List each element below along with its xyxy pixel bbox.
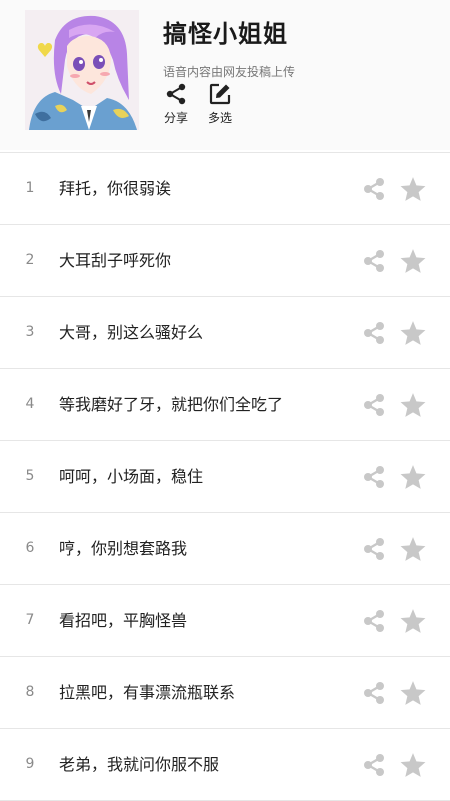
share-icon[interactable] xyxy=(363,681,385,705)
item-title: 看招吧，平胸怪兽 xyxy=(59,611,188,630)
share-icon[interactable] xyxy=(363,249,385,273)
voice-list: 1 拜托，你很弱诶 2 大耳刮子呼死你 3 大哥，别这么骚好么 4 等我磨好了牙，就把你们全吃… xyxy=(0,152,450,801)
star-icon[interactable] xyxy=(399,464,427,490)
share-icon[interactable] xyxy=(363,753,385,777)
share-icon xyxy=(166,83,186,105)
item-number: 7 xyxy=(25,612,35,628)
list-item[interactable]: 1 拜托，你很弱诶 xyxy=(0,153,450,225)
item-number: 8 xyxy=(25,684,35,700)
item-title: 哼，你别想套路我 xyxy=(59,539,188,558)
item-number: 5 xyxy=(25,468,35,484)
item-title: 老弟，我就问你服不服 xyxy=(59,755,220,774)
share-all-button[interactable]: 分享 xyxy=(156,82,196,126)
item-title: 拜托，你很弱诶 xyxy=(59,179,172,198)
multi-select-button[interactable]: 多选 xyxy=(200,82,240,126)
share-icon[interactable] xyxy=(363,537,385,561)
list-item[interactable]: 9 老弟，我就问你服不服 xyxy=(0,729,450,801)
edit-icon xyxy=(209,83,231,105)
list-item[interactable]: 3 大哥，别这么骚好么 xyxy=(0,297,450,369)
share-icon[interactable] xyxy=(363,465,385,489)
item-title: 大哥，别这么骚好么 xyxy=(59,323,204,342)
list-item[interactable]: 7 看招吧，平胸怪兽 xyxy=(0,585,450,657)
star-icon[interactable] xyxy=(399,248,427,274)
album-subtitle: 语音内容由网友投稿上传 xyxy=(163,65,296,79)
list-item[interactable]: 8 拉黑吧，有事漂流瓶联系 xyxy=(0,657,450,729)
star-icon[interactable] xyxy=(399,680,427,706)
star-icon[interactable] xyxy=(399,752,427,778)
list-item[interactable]: 6 哼，你别想套路我 xyxy=(0,513,450,585)
item-number: 3 xyxy=(25,324,35,340)
album-title: 搞怪小姐姐 xyxy=(163,20,288,48)
item-title: 大耳刮子呼死你 xyxy=(59,251,172,270)
list-item[interactable]: 4 等我磨好了牙，就把你们全吃了 xyxy=(0,369,450,441)
star-icon[interactable] xyxy=(399,392,427,418)
share-icon[interactable] xyxy=(363,393,385,417)
share-icon[interactable] xyxy=(363,177,385,201)
item-title: 呵呵，小场面，稳住 xyxy=(59,467,204,486)
item-number: 2 xyxy=(25,252,35,268)
item-number: 4 xyxy=(25,396,35,412)
item-number: 6 xyxy=(25,540,35,556)
item-title: 拉黑吧，有事漂流瓶联系 xyxy=(59,683,236,702)
share-icon[interactable] xyxy=(363,321,385,345)
list-item[interactable]: 5 呵呵，小场面，稳住 xyxy=(0,441,450,513)
item-title: 等我磨好了牙，就把你们全吃了 xyxy=(59,395,284,414)
album-header: 搞怪小姐姐 语音内容由网友投稿上传 分享 多选 xyxy=(0,0,450,150)
share-icon[interactable] xyxy=(363,609,385,633)
item-number: 1 xyxy=(25,180,35,196)
star-icon[interactable] xyxy=(399,176,427,202)
share-label: 分享 xyxy=(163,111,188,125)
star-icon[interactable] xyxy=(399,320,427,346)
album-cover-image xyxy=(25,10,139,130)
star-icon[interactable] xyxy=(399,608,427,634)
item-number: 9 xyxy=(25,756,35,772)
multi-select-label: 多选 xyxy=(207,111,232,125)
list-item[interactable]: 2 大耳刮子呼死你 xyxy=(0,225,450,297)
star-icon[interactable] xyxy=(399,536,427,562)
